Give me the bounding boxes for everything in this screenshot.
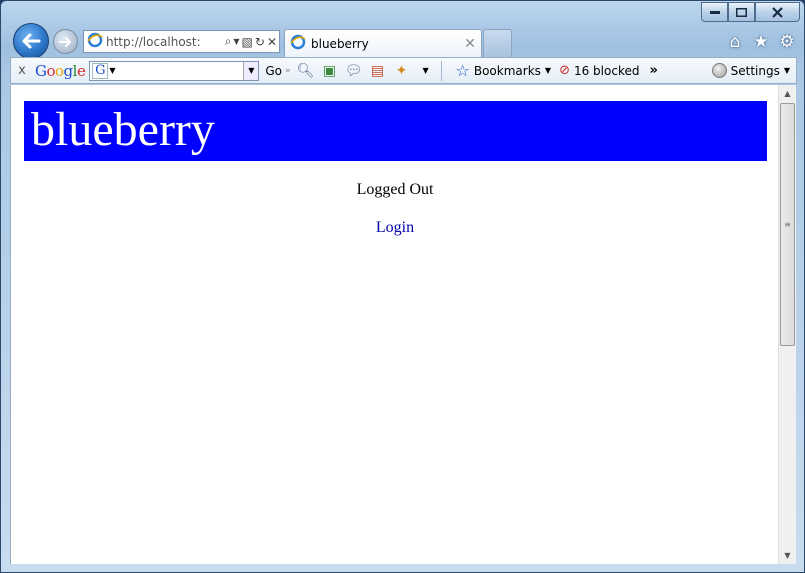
forward-button[interactable] bbox=[53, 29, 78, 54]
search-magnifier-icon[interactable]: 🔍︎ bbox=[297, 63, 315, 79]
toolbar-close-icon[interactable]: x bbox=[11, 63, 33, 78]
bookmark-star-icon: ☆ bbox=[455, 61, 470, 80]
bookmarks-label: Bookmarks bbox=[473, 63, 541, 78]
bookmarks-dropdown-icon: ▼ bbox=[544, 66, 552, 75]
login-link[interactable]: Login bbox=[11, 219, 779, 237]
popup-blocker-button[interactable]: ⊘ 16 blocked bbox=[559, 63, 639, 78]
google-logo: Google bbox=[35, 61, 86, 80]
logged-out-status: Logged Out bbox=[356, 181, 434, 198]
forward-arrow-icon bbox=[58, 36, 71, 47]
settings-button[interactable]: Settings ▼ bbox=[711, 63, 790, 78]
page-banner: blueberry bbox=[24, 101, 767, 161]
maximize-icon bbox=[736, 7, 747, 17]
news-icon[interactable]: ▤ bbox=[369, 63, 387, 79]
close-button[interactable] bbox=[755, 2, 800, 22]
scroll-down-arrow-icon[interactable]: ▼ bbox=[779, 547, 796, 564]
toolbar-overflow-icon[interactable]: » bbox=[649, 63, 657, 78]
browser-window: http://localhost: ⌕ ▼ ▧ ↻ ✕ blueberry ✕ … bbox=[0, 0, 805, 573]
google-toolbar: x Google G ▼ ▼ Go » 🔍︎ ▣ 💬︎ ▤ ✦ ▼ ☆ Book… bbox=[10, 57, 797, 84]
toolbar-separator bbox=[440, 60, 442, 81]
address-url[interactable]: http://localhost: bbox=[106, 35, 225, 49]
toolbar-icons: 🔍︎ ▣ 💬︎ ▤ ✦ ▼ bbox=[297, 63, 435, 79]
settings-label: Settings bbox=[730, 63, 780, 78]
engine-dropdown-icon[interactable]: ▼ bbox=[109, 66, 115, 75]
tab-title: blueberry bbox=[311, 36, 369, 51]
go-button[interactable]: Go bbox=[265, 64, 282, 78]
new-tab-button[interactable] bbox=[483, 29, 512, 57]
settings-icon bbox=[711, 63, 727, 78]
scroll-thumb[interactable]: ≡ bbox=[780, 103, 795, 346]
tools-gear-icon[interactable]: ⚙ bbox=[778, 32, 796, 52]
ie-page-icon bbox=[87, 32, 103, 51]
image-icon[interactable]: ▣ bbox=[321, 63, 339, 79]
google-search-input[interactable]: G ▼ ▼ bbox=[89, 60, 260, 81]
close-icon bbox=[772, 6, 783, 18]
bookmarks-button[interactable]: ☆ Bookmarks ▼ bbox=[456, 61, 552, 80]
settings-dropdown-icon: ▼ bbox=[783, 66, 790, 75]
search-icon[interactable]: ⌕ bbox=[225, 34, 232, 49]
scroll-up-arrow-icon[interactable]: ▲ bbox=[779, 85, 796, 102]
vertical-scrollbar[interactable]: ▲ ≡ ▼ bbox=[778, 85, 796, 564]
address-tools: ⌕ ▼ ▧ ↻ ✕ bbox=[225, 34, 279, 49]
search-dropdown-button[interactable]: ▼ bbox=[243, 61, 259, 80]
maximize-button[interactable] bbox=[728, 2, 755, 22]
more-dropdown-icon[interactable]: ▼ bbox=[417, 66, 435, 75]
status-bar bbox=[10, 564, 797, 570]
tab-blueberry[interactable]: blueberry ✕ bbox=[284, 29, 482, 57]
popup-blocked-icon: ⊘ bbox=[559, 63, 570, 78]
apps-icon[interactable]: ✦ bbox=[393, 63, 411, 79]
favorites-star-icon[interactable]: ★ bbox=[752, 32, 770, 52]
minimize-icon bbox=[709, 11, 720, 14]
back-button[interactable] bbox=[13, 23, 49, 59]
tab-close-icon[interactable]: ✕ bbox=[462, 36, 478, 52]
address-bar[interactable]: http://localhost: ⌕ ▼ ▧ ↻ ✕ bbox=[83, 30, 280, 53]
blocked-count-label: 16 blocked bbox=[573, 63, 640, 78]
google-search-engine-icon[interactable]: G bbox=[92, 62, 109, 79]
minimize-button[interactable] bbox=[701, 2, 728, 22]
caption-buttons bbox=[701, 2, 800, 22]
dropdown-icon[interactable]: ▼ bbox=[233, 37, 239, 46]
home-icon[interactable]: ⌂ bbox=[726, 32, 744, 52]
browser-right-icons: ⌂ ★ ⚙ bbox=[726, 32, 796, 52]
refresh-icon[interactable]: ↻ bbox=[255, 35, 265, 49]
ie-tab-icon bbox=[290, 34, 306, 53]
back-arrow-icon bbox=[22, 33, 41, 49]
toolbar-chevron-icon[interactable]: » bbox=[285, 66, 291, 76]
chat-icon[interactable]: 💬︎ bbox=[345, 63, 363, 79]
page-content: blueberry Logged Out Login bbox=[10, 85, 778, 564]
stop-icon[interactable]: ✕ bbox=[267, 35, 277, 49]
compatibility-icon[interactable]: ▧ bbox=[242, 35, 253, 49]
